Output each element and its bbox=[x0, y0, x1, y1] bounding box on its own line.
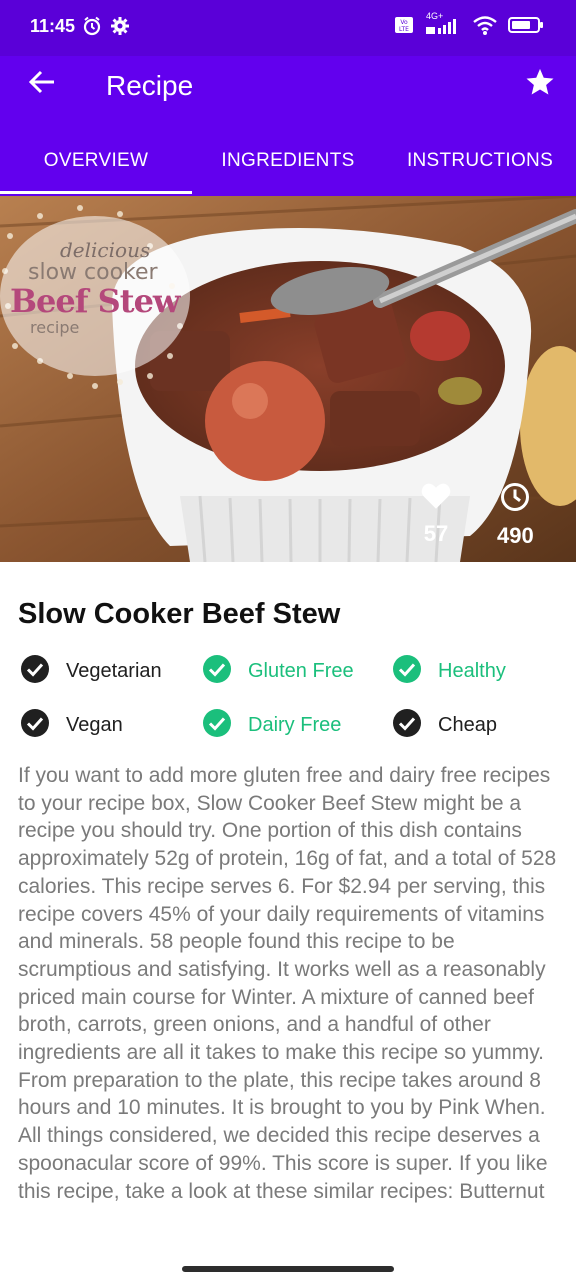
status-time: 11:45 bbox=[30, 16, 76, 36]
tag-vegan: Vegan bbox=[20, 708, 123, 743]
image-text-line3: Beef Stew bbox=[10, 282, 180, 320]
recipe-description: If you want to add more gluten free and … bbox=[18, 764, 557, 1203]
tag-vegetarian: Vegetarian bbox=[20, 654, 162, 689]
clock-icon bbox=[500, 482, 530, 517]
heart-icon bbox=[420, 482, 452, 515]
tab-bar: OVERVIEW INGREDIENTS INSTRUCTIONS bbox=[0, 116, 576, 196]
check-circle-icon bbox=[202, 654, 232, 689]
page-title: Recipe bbox=[106, 70, 194, 101]
minutes-count: 490 bbox=[497, 523, 534, 548]
check-circle-icon bbox=[392, 654, 422, 689]
tag-label: Vegan bbox=[66, 714, 123, 736]
gesture-nav-handle[interactable] bbox=[182, 1266, 394, 1272]
battery-icon bbox=[508, 15, 544, 40]
check-circle-icon bbox=[202, 708, 232, 743]
tab-overview[interactable]: OVERVIEW bbox=[0, 116, 192, 196]
alarm-icon bbox=[82, 16, 102, 41]
signal-icon: 4G+ bbox=[424, 11, 462, 41]
check-circle-icon bbox=[392, 708, 422, 743]
svg-text:Vo: Vo bbox=[400, 19, 408, 26]
settings-icon bbox=[110, 16, 130, 41]
image-text-line4: recipe bbox=[30, 318, 80, 337]
tag-label: Gluten Free bbox=[248, 660, 354, 682]
back-arrow-icon bbox=[28, 68, 56, 101]
tag-label: Healthy bbox=[438, 660, 506, 682]
tab-instructions[interactable]: INSTRUCTIONS bbox=[384, 116, 576, 196]
check-circle-icon bbox=[20, 654, 50, 689]
tag-label: Cheap bbox=[438, 714, 497, 736]
back-button[interactable] bbox=[26, 68, 58, 100]
network-type: 4G+ bbox=[426, 11, 444, 21]
wifi-icon bbox=[472, 14, 498, 41]
time-stat: 490 bbox=[497, 482, 534, 549]
tag-cheap: Cheap bbox=[392, 708, 497, 743]
volte-icon: Vo LTE bbox=[394, 16, 414, 39]
svg-text:LTE: LTE bbox=[399, 26, 409, 33]
likes-stat: 57 bbox=[420, 482, 452, 547]
recipe-image: delicious slow cooker Beef Stew recipe 5… bbox=[0, 196, 576, 562]
tab-ingredients[interactable]: INGREDIENTS bbox=[192, 116, 384, 196]
favorite-button[interactable] bbox=[522, 66, 558, 102]
status-bar: 11:45 Vo LTE 4G+ bbox=[0, 0, 576, 56]
recipe-title: Slow Cooker Beef Stew bbox=[18, 598, 341, 630]
star-icon bbox=[525, 67, 555, 102]
likes-count: 57 bbox=[423, 521, 449, 546]
image-text-line1: delicious bbox=[60, 238, 151, 262]
tag-healthy: Healthy bbox=[392, 654, 506, 689]
app-bar: Recipe bbox=[0, 56, 576, 116]
tag-dairy-free: Dairy Free bbox=[202, 708, 341, 743]
check-circle-icon bbox=[20, 708, 50, 743]
tag-label: Dairy Free bbox=[248, 714, 342, 736]
tag-label: Vegetarian bbox=[66, 660, 162, 682]
tag-gluten-free: Gluten Free bbox=[202, 654, 354, 689]
